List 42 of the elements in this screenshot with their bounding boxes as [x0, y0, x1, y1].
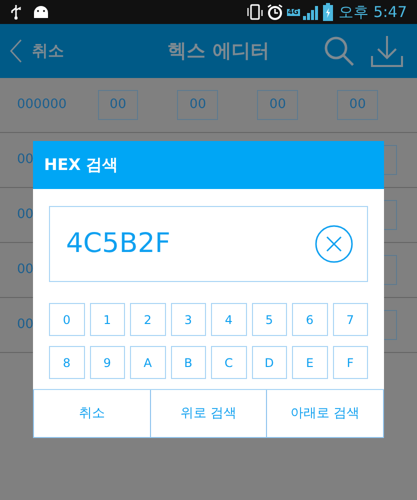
back-button[interactable]: 취소	[10, 39, 120, 63]
hex-byte-cell[interactable]: 00	[257, 90, 298, 120]
hex-key[interactable]: 1	[90, 303, 125, 336]
hex-input-field[interactable]: 4C5B2F	[49, 206, 368, 282]
offset-label: 00	[17, 261, 34, 280]
hex-byte-cell[interactable]: 00	[337, 90, 378, 120]
hex-key[interactable]: 2	[130, 303, 166, 336]
hex-key[interactable]: 8	[49, 346, 84, 379]
hex-key[interactable]: 7	[332, 303, 368, 336]
hex-key[interactable]: 0	[49, 303, 84, 336]
hex-key[interactable]: E	[292, 346, 328, 379]
offset-label: 00	[17, 316, 34, 334]
hex-key[interactable]: D	[252, 346, 287, 379]
hex-key[interactable]: 6	[292, 303, 328, 336]
hex-key[interactable]: 5	[252, 303, 287, 336]
dialog-button[interactable]: 취소	[33, 390, 150, 438]
dialog-button[interactable]: 위로 검색	[150, 390, 266, 438]
chevron-left-icon	[10, 39, 22, 63]
hex-key[interactable]: 3	[170, 303, 206, 336]
alarm-clock-icon	[266, 3, 284, 21]
signal-icon	[302, 4, 320, 20]
offset-label: 00	[17, 151, 34, 170]
offset-label: 000000	[17, 96, 67, 114]
hex-byte-cell[interactable]: 00	[177, 90, 218, 120]
search-icon	[323, 35, 355, 67]
offset-label: 00	[17, 206, 34, 224]
app-title: 헥스 에디터	[166, 38, 270, 64]
dialog-button[interactable]: 아래로 검색	[266, 390, 384, 438]
hex-key[interactable]: C	[211, 346, 246, 379]
hex-key[interactable]: A	[130, 346, 166, 379]
clear-icon[interactable]	[315, 225, 353, 263]
clock-time: 오후 5:47	[338, 2, 407, 23]
download-icon	[370, 34, 404, 68]
dialog-title: HEX 검색	[33, 141, 384, 189]
vibrate-icon	[246, 3, 263, 21]
battery-icon	[322, 3, 333, 21]
usb-icon	[10, 4, 22, 20]
hex-key[interactable]: F	[332, 346, 368, 379]
hex-key[interactable]: 9	[90, 346, 125, 379]
hex-key[interactable]: 4	[211, 303, 246, 336]
hex-key[interactable]: B	[170, 346, 206, 379]
hex-byte-cell[interactable]: 00	[98, 90, 138, 120]
